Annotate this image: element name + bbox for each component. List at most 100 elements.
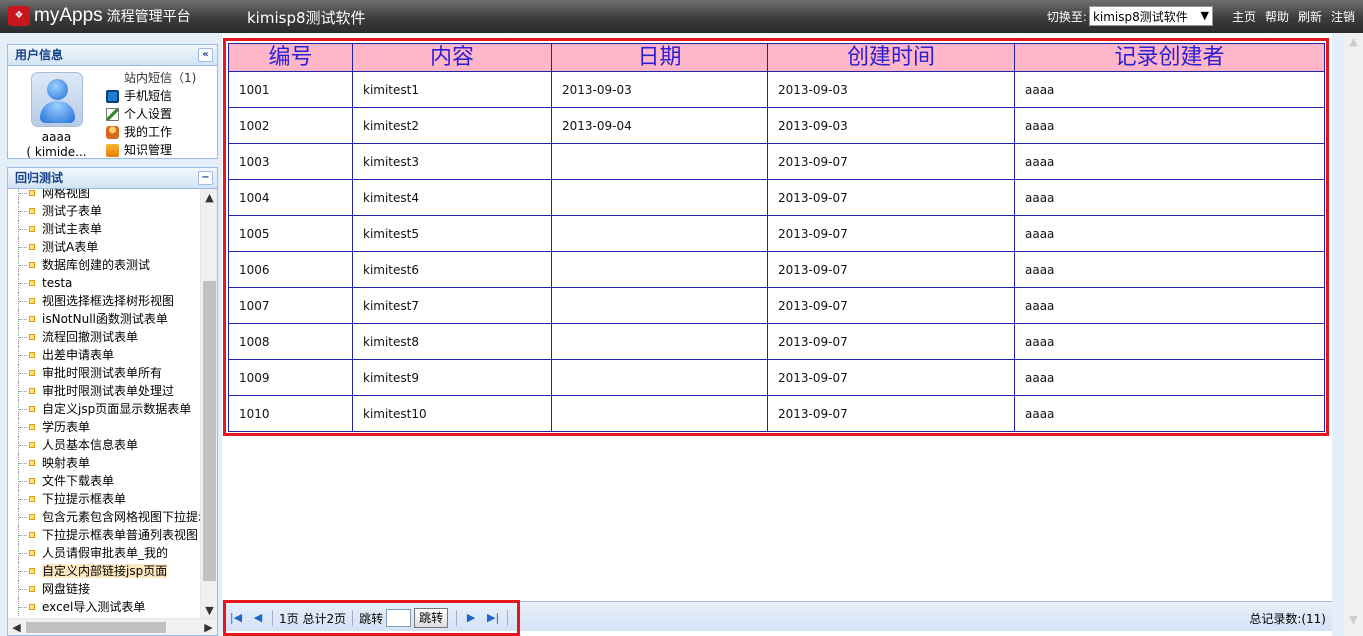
home-link[interactable]: 主页 — [1232, 8, 1256, 25]
tree-item[interactable]: testa — [14, 274, 204, 292]
scroll-left-icon[interactable]: ◀ — [8, 619, 25, 635]
tree-item[interactable]: 视图选择框选择树形视图 — [14, 292, 204, 310]
tree-item[interactable]: 流程回撤测试表单 — [14, 328, 204, 346]
tree-vertical-scrollbar[interactable]: ▲ ▼ — [200, 189, 217, 619]
tree-item[interactable]: 自定义内部链接jsp页面 — [14, 562, 204, 580]
phone-icon — [106, 89, 119, 103]
tree-item[interactable]: 测试A表单 — [14, 238, 204, 256]
user-menu-settings[interactable]: 个人设置 — [106, 105, 196, 123]
user-menu-sms[interactable]: 手机短信 — [106, 87, 196, 105]
avatar — [31, 72, 83, 127]
tree-item[interactable]: 学历表单 — [14, 418, 204, 436]
cell-content: kimitest5 — [352, 215, 552, 252]
tree-item[interactable]: isNotNull函数测试表单 — [14, 310, 204, 328]
avatar-body-icon — [40, 101, 75, 123]
knowledge-icon — [106, 143, 119, 157]
logo: ❖ myApps 流程管理平台 — [8, 5, 191, 27]
cell-content: kimitest7 — [352, 287, 552, 324]
tree-item-label: 自定义jsp页面显示数据表单 — [42, 402, 192, 416]
next-page-icon[interactable]: ▶ — [463, 610, 479, 626]
scroll-up-icon[interactable]: ▲ — [1345, 33, 1362, 50]
collapse-sidebar-button[interactable]: « — [198, 48, 213, 62]
tree-item[interactable]: 映射表单 — [14, 454, 204, 472]
column-header-date[interactable]: 日期 — [551, 43, 768, 72]
table-row[interactable]: 1006 kimitest6 2013-09-07 aaaa — [228, 251, 1325, 288]
table-row[interactable]: 1008 kimitest8 2013-09-07 aaaa — [228, 323, 1325, 360]
cell-date — [551, 251, 768, 288]
tree-item[interactable]: 自定义jsp页面显示数据表单 — [14, 400, 204, 418]
first-page-icon[interactable]: |◀ — [228, 610, 244, 626]
tree-scroll-thumb[interactable] — [203, 281, 216, 581]
prev-page-icon[interactable]: ◀ — [250, 610, 266, 626]
tree-item-label: 测试A表单 — [42, 240, 99, 254]
module-tree-panel: 回归测试 − 网格视图 测试子表单 测试主表单测试A表单数据库创建的表测试 testa… — [7, 167, 218, 636]
tree-item[interactable]: 人员基本信息表单 — [14, 436, 204, 454]
jump-label: 跳转 — [359, 611, 384, 626]
column-header-id[interactable]: 编号 — [228, 43, 353, 72]
leaf-node-icon — [29, 586, 35, 592]
tree-item[interactable]: 文件下载表单 — [14, 472, 204, 490]
tree-item[interactable]: 测试主表单 — [14, 220, 204, 238]
tree-item[interactable]: 网盘链接 — [14, 580, 204, 598]
jump-button[interactable]: 跳转 — [414, 608, 449, 628]
table-row[interactable]: 1009 kimitest9 2013-09-07 aaaa — [228, 359, 1325, 396]
leaf-node-icon — [29, 388, 35, 394]
column-header-creator[interactable]: 记录创建者 — [1014, 43, 1325, 72]
table-row[interactable]: 1010 kimitest10 2013-09-07 aaaa — [228, 395, 1325, 432]
module-tree-header: 回归测试 − — [7, 167, 218, 189]
tree-item[interactable]: excel导入测试表单 — [14, 598, 204, 616]
refresh-link[interactable]: 刷新 — [1298, 8, 1322, 25]
site-message-link[interactable]: 站内短信（1) — [124, 69, 196, 87]
column-header-content[interactable]: 内容 — [352, 43, 552, 72]
tree-item-label: 网盘链接 — [42, 582, 91, 596]
logout-link[interactable]: 注销 — [1331, 8, 1355, 25]
tree-item[interactable]: 出差申请表单 — [14, 346, 204, 364]
tree-horizontal-scrollbar[interactable]: ◀ ▶ — [8, 618, 217, 635]
tree-item[interactable]: 人员请假审批表单_我的 — [14, 544, 204, 562]
leaf-node-icon — [29, 478, 35, 484]
user-name: aaaa — [41, 130, 72, 144]
tree-item-label: 包含元素包含网格视图下拉提示 — [42, 510, 204, 524]
logo-text: myApps — [34, 5, 103, 26]
tree-item[interactable]: 网格视图 — [14, 189, 204, 202]
tree-item[interactable]: 审批时限测试表单所有 — [14, 364, 204, 382]
tree-item[interactable]: 下拉提示框表单 — [14, 490, 204, 508]
scroll-right-icon[interactable]: ▶ — [200, 619, 217, 635]
last-page-icon[interactable]: ▶| — [485, 610, 501, 626]
help-link[interactable]: 帮助 — [1265, 8, 1289, 25]
scroll-down-icon[interactable]: ▼ — [201, 602, 217, 619]
table-row[interactable]: 1005 kimitest5 2013-09-07 aaaa — [228, 215, 1325, 252]
main-content: 编号 内容 日期 创建时间 记录创建者 1001 kimitest1 2013-09… — [222, 33, 1332, 636]
page-vertical-scrollbar[interactable]: ▲ ▼ — [1343, 33, 1363, 636]
table-row[interactable]: 1002 kimitest2 2013-09-04 2013-09-03 aaaa — [228, 107, 1325, 144]
tree-item[interactable]: 测试子表单 — [14, 202, 204, 220]
cell-date — [551, 323, 768, 360]
user-menu-work[interactable]: 我的工作 — [106, 123, 196, 141]
page-info: 1页 总计2页 — [279, 611, 347, 626]
table-row[interactable]: 1004 kimitest4 2013-09-07 aaaa — [228, 179, 1325, 216]
table-row[interactable]: 1001 kimitest1 2013-09-03 2013-09-03 aaaa — [228, 71, 1325, 108]
tree-item[interactable]: 数据库创建的表测试 — [14, 256, 204, 274]
tree-hscroll-thumb[interactable] — [26, 622, 166, 633]
cell-created: 2013-09-03 — [767, 107, 1015, 144]
table-row[interactable]: 1003 kimitest3 2013-09-07 aaaa — [228, 143, 1325, 180]
collapse-tree-button[interactable]: − — [198, 171, 213, 185]
user-menu-knowledge-label: 知识管理 — [124, 143, 173, 157]
cell-creator: aaaa — [1014, 359, 1325, 396]
app-switch-select[interactable]: kimisp8测试软件 ▼ — [1088, 6, 1213, 26]
table-row[interactable]: 1007 kimitest7 2013-09-07 aaaa — [228, 287, 1325, 324]
cell-date — [551, 179, 768, 216]
cell-content: kimitest3 — [352, 143, 552, 180]
tree-item[interactable]: 包含元素包含网格视图下拉提示 — [14, 508, 204, 526]
scroll-up-icon[interactable]: ▲ — [201, 189, 217, 206]
leaf-node-icon — [29, 424, 35, 430]
chevron-down-icon: ▼ — [1200, 9, 1209, 22]
cell-id: 1008 — [228, 323, 353, 360]
scroll-down-icon[interactable]: ▼ — [1345, 611, 1362, 628]
tree-item[interactable]: 审批时限测试表单处理过 — [14, 382, 204, 400]
tree-item[interactable]: 下拉提示框表单普通列表视图 — [14, 526, 204, 544]
column-header-created[interactable]: 创建时间 — [767, 43, 1015, 72]
user-menu-knowledge[interactable]: 知识管理 — [106, 141, 196, 159]
cell-id: 1003 — [228, 143, 353, 180]
jump-page-input[interactable] — [386, 609, 412, 627]
